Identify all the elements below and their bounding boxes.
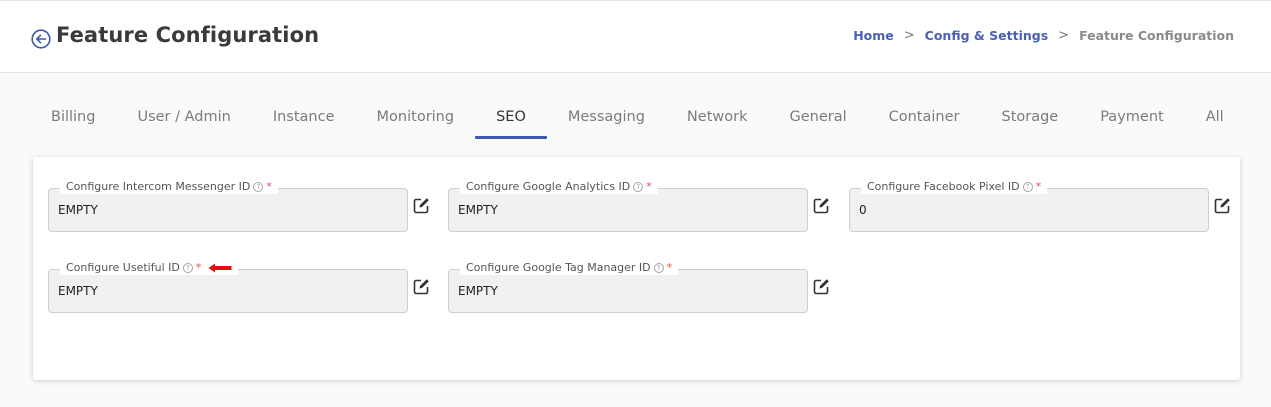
usetiful-id-value: EMPTY — [58, 284, 98, 298]
edit-icon[interactable] — [813, 197, 830, 214]
breadcrumb-config-settings[interactable]: Config & Settings — [925, 28, 1048, 43]
tab-messaging[interactable]: Messaging — [547, 97, 666, 139]
breadcrumb-separator: > — [903, 28, 915, 43]
breadcrumb-current: Feature Configuration — [1079, 28, 1234, 43]
tab-container[interactable]: Container — [868, 97, 981, 139]
required-asterisk: * — [266, 180, 272, 193]
help-icon[interactable]: ? — [653, 263, 664, 273]
google-analytics-id-label-text: Configure Google Analytics ID — [466, 180, 631, 193]
usetiful-id-label-text: Configure Usetiful ID — [66, 261, 180, 274]
required-asterisk: * — [1035, 180, 1042, 193]
help-icon[interactable]: ? — [182, 263, 193, 273]
tab-network[interactable]: Network — [666, 97, 769, 139]
breadcrumb: Home > Config & Settings > Feature Confi… — [853, 28, 1234, 43]
intercom-id-field[interactable]: Configure Intercom Messenger ID ? * EMPT… — [48, 180, 408, 232]
breadcrumb-home[interactable]: Home — [853, 28, 894, 43]
help-icon[interactable]: ? — [1022, 182, 1033, 192]
red-arrow-left-icon — [208, 263, 232, 273]
edit-icon[interactable] — [413, 278, 430, 295]
tab-billing[interactable]: Billing — [30, 97, 116, 139]
page-title: Feature Configuration — [56, 23, 320, 47]
tab-monitoring[interactable]: Monitoring — [356, 97, 476, 139]
breadcrumb-separator: > — [1058, 28, 1070, 43]
tab-general[interactable]: General — [768, 97, 867, 139]
facebook-pixel-id-label: Configure Facebook Pixel ID ? * — [861, 180, 1048, 194]
back-arrow-icon[interactable] — [31, 29, 51, 49]
intercom-id-label: Configure Intercom Messenger ID ? * — [60, 180, 278, 194]
edit-icon[interactable] — [813, 278, 830, 295]
tab-instance[interactable]: Instance — [252, 97, 356, 139]
required-asterisk: * — [646, 180, 652, 193]
google-analytics-id-value: EMPTY — [458, 203, 498, 217]
help-icon[interactable]: ? — [253, 182, 264, 192]
settings-tabs: Billing User / Admin Instance Monitoring… — [30, 97, 1245, 139]
tab-payment[interactable]: Payment — [1079, 97, 1184, 139]
google-tag-manager-id-label-text: Configure Google Tag Manager ID — [466, 261, 651, 274]
tab-all[interactable]: All — [1185, 97, 1245, 139]
facebook-pixel-id-value: 0 — [859, 203, 867, 217]
tab-user-admin[interactable]: User / Admin — [116, 97, 251, 139]
intercom-id-value: EMPTY — [58, 203, 98, 217]
required-asterisk: * — [195, 261, 202, 274]
google-analytics-id-label: Configure Google Analytics ID ? * — [460, 180, 658, 194]
tab-seo[interactable]: SEO — [475, 97, 547, 139]
facebook-pixel-id-label-text: Configure Facebook Pixel ID — [867, 180, 1020, 193]
page-header: Feature Configuration Home > Config & Se… — [0, 0, 1271, 73]
google-tag-manager-id-field[interactable]: Configure Google Tag Manager ID ? * EMPT… — [448, 261, 808, 313]
intercom-id-label-text: Configure Intercom Messenger ID — [66, 180, 251, 193]
facebook-pixel-id-field[interactable]: Configure Facebook Pixel ID ? * 0 — [849, 180, 1209, 232]
google-analytics-id-field[interactable]: Configure Google Analytics ID ? * EMPTY — [448, 180, 808, 232]
edit-icon[interactable] — [1214, 197, 1231, 214]
usetiful-id-field[interactable]: Configure Usetiful ID ? * EMPTY — [48, 261, 408, 313]
edit-icon[interactable] — [413, 197, 430, 214]
google-tag-manager-id-value: EMPTY — [458, 284, 498, 298]
seo-settings-card: Configure Intercom Messenger ID ? * EMPT… — [33, 157, 1240, 380]
usetiful-id-label: Configure Usetiful ID ? * — [60, 261, 239, 275]
required-asterisk: * — [666, 261, 673, 274]
tab-storage[interactable]: Storage — [980, 97, 1079, 139]
help-icon[interactable]: ? — [633, 182, 644, 192]
google-tag-manager-id-label: Configure Google Tag Manager ID ? * — [460, 261, 679, 275]
